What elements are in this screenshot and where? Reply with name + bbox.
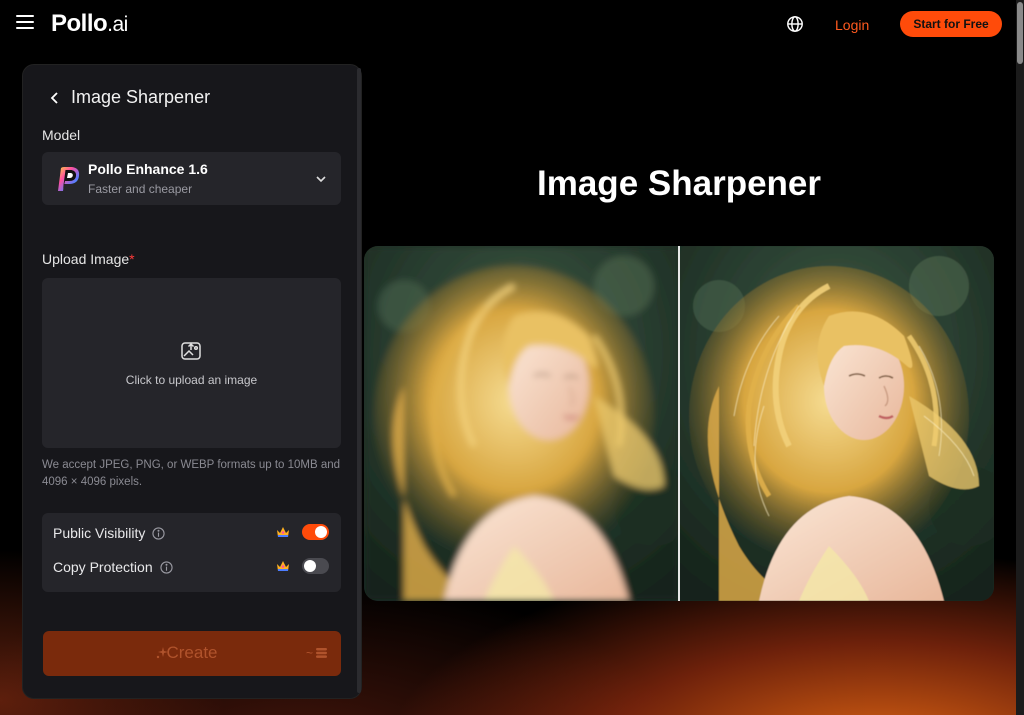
info-icon[interactable]	[152, 526, 165, 540]
back-chevron-icon[interactable]	[49, 91, 61, 104]
create-label: Create	[166, 643, 218, 662]
upload-prompt: Click to upload an image	[125, 373, 258, 387]
panel-header: Image Sharpener	[49, 87, 210, 108]
panel-title: Image Sharpener	[71, 87, 211, 107]
public-visibility-toggle[interactable]	[302, 524, 329, 540]
copy-protection-toggle[interactable]	[302, 558, 329, 574]
login-link[interactable]: Login	[835, 17, 869, 33]
option-label: Public Visibility	[53, 525, 146, 541]
create-button[interactable]: Create ~	[43, 631, 341, 676]
logo-suffix: .ai	[107, 13, 128, 36]
info-icon[interactable]	[159, 560, 173, 574]
premium-crown-icon	[277, 527, 289, 537]
start-for-free-button[interactable]: Start for Free	[900, 11, 1002, 37]
required-mark: *	[129, 251, 135, 267]
model-selector[interactable]: Pollo Enhance 1.6 Faster and cheaper	[42, 152, 341, 205]
upload-dropzone[interactable]: Click to upload an image	[42, 278, 341, 448]
upload-label: Upload Image*	[42, 251, 135, 267]
upload-label-text: Upload Image	[42, 251, 130, 267]
options-box: Public Visibility Copy Protection	[42, 513, 341, 592]
option-public-visibility: Public Visibility	[53, 523, 333, 543]
premium-crown-icon	[277, 561, 289, 571]
globe-icon[interactable]	[786, 15, 804, 33]
image-upload-icon	[181, 342, 201, 360]
settings-panel: Image Sharpener Model Pollo Enhance 1.6 …	[22, 64, 362, 699]
credit-cost-value: ~	[305, 646, 313, 660]
upload-format-hint: We accept JPEG, PNG, or WEBP formats up …	[42, 459, 341, 488]
option-label: Copy Protection	[53, 559, 153, 575]
model-subtitle: Faster and cheaper	[88, 182, 193, 196]
chevron-down-icon	[316, 176, 326, 183]
option-copy-protection: Copy Protection	[53, 557, 333, 577]
credit-cost: ~	[306, 646, 327, 660]
pollo-p-logo-icon	[58, 167, 80, 191]
comparison-divider-handle[interactable]	[678, 246, 680, 601]
page-scrollbar[interactable]	[1016, 0, 1024, 715]
coin-stack-icon	[316, 648, 327, 658]
hamburger-menu-icon[interactable]	[16, 15, 34, 31]
scrollbar-thumb[interactable]	[1017, 2, 1023, 64]
before-after-comparison[interactable]	[364, 246, 994, 601]
model-name: Pollo Enhance 1.6	[88, 161, 208, 177]
panel-scrollbar[interactable]	[357, 68, 361, 693]
logo-main: Pollo	[51, 10, 108, 37]
main-title: Image Sharpener	[537, 164, 821, 203]
top-bar: Pollo.ai Login Start for Free	[0, 0, 1016, 48]
logo[interactable]: Pollo.ai	[51, 10, 128, 38]
model-label: Model	[42, 127, 81, 143]
